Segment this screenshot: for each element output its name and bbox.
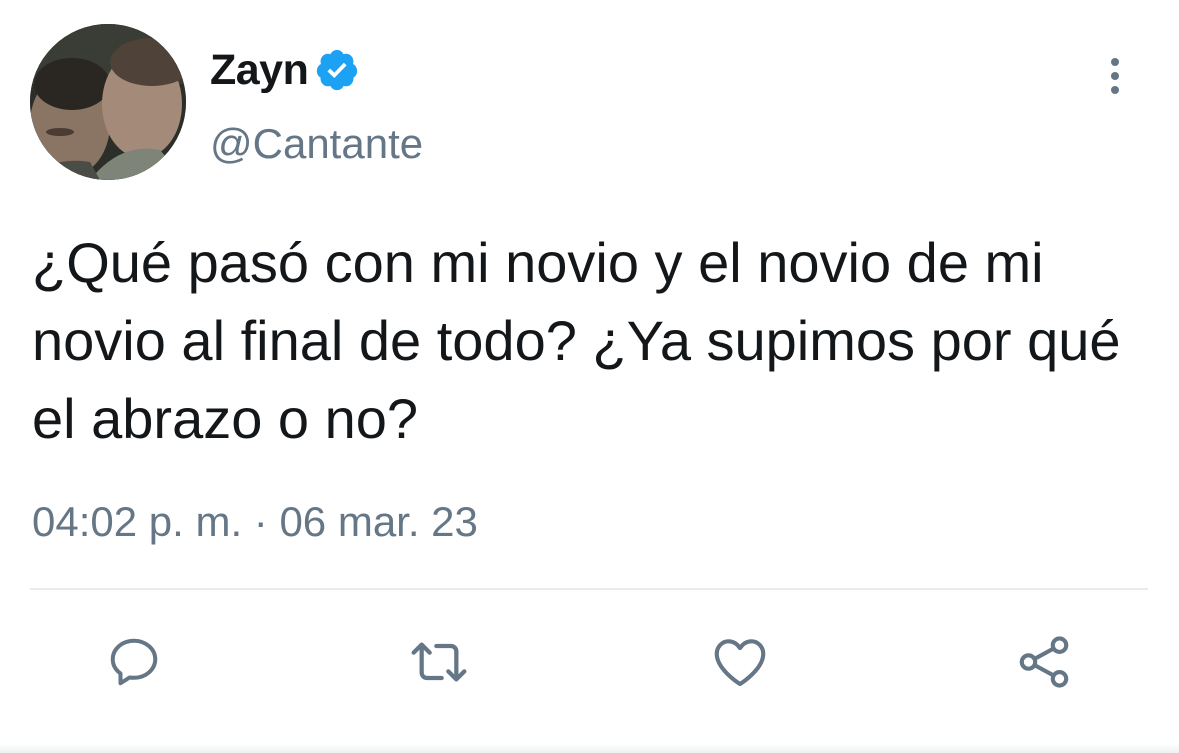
tweet-card: Zayn @Cantante ¿Qué pasó con mi novio y … — [0, 0, 1179, 753]
reply-icon — [110, 638, 158, 686]
like-icon — [714, 639, 766, 687]
retweet-icon — [411, 642, 467, 682]
verified-badge-icon — [314, 47, 360, 93]
more-options-icon[interactable] — [1098, 56, 1132, 96]
share-button[interactable] — [1010, 628, 1078, 696]
retweet-button[interactable] — [405, 628, 473, 696]
reply-button[interactable] — [100, 628, 168, 696]
like-button[interactable] — [706, 628, 774, 696]
author-handle[interactable]: @Cantante — [210, 120, 423, 168]
share-icon — [1019, 636, 1069, 688]
author-row: Zayn — [210, 42, 360, 98]
tweet-timestamp[interactable]: 04:02 p. m. · 06 mar. 23 — [32, 498, 478, 546]
tweet-text: ¿Qué pasó con mi novio y el novio de mi … — [32, 231, 1121, 450]
avatar[interactable] — [30, 24, 186, 180]
divider — [30, 588, 1148, 590]
bottom-divider — [0, 743, 1179, 753]
avatar-image — [30, 24, 186, 180]
author-display-name[interactable]: Zayn — [210, 46, 309, 95]
